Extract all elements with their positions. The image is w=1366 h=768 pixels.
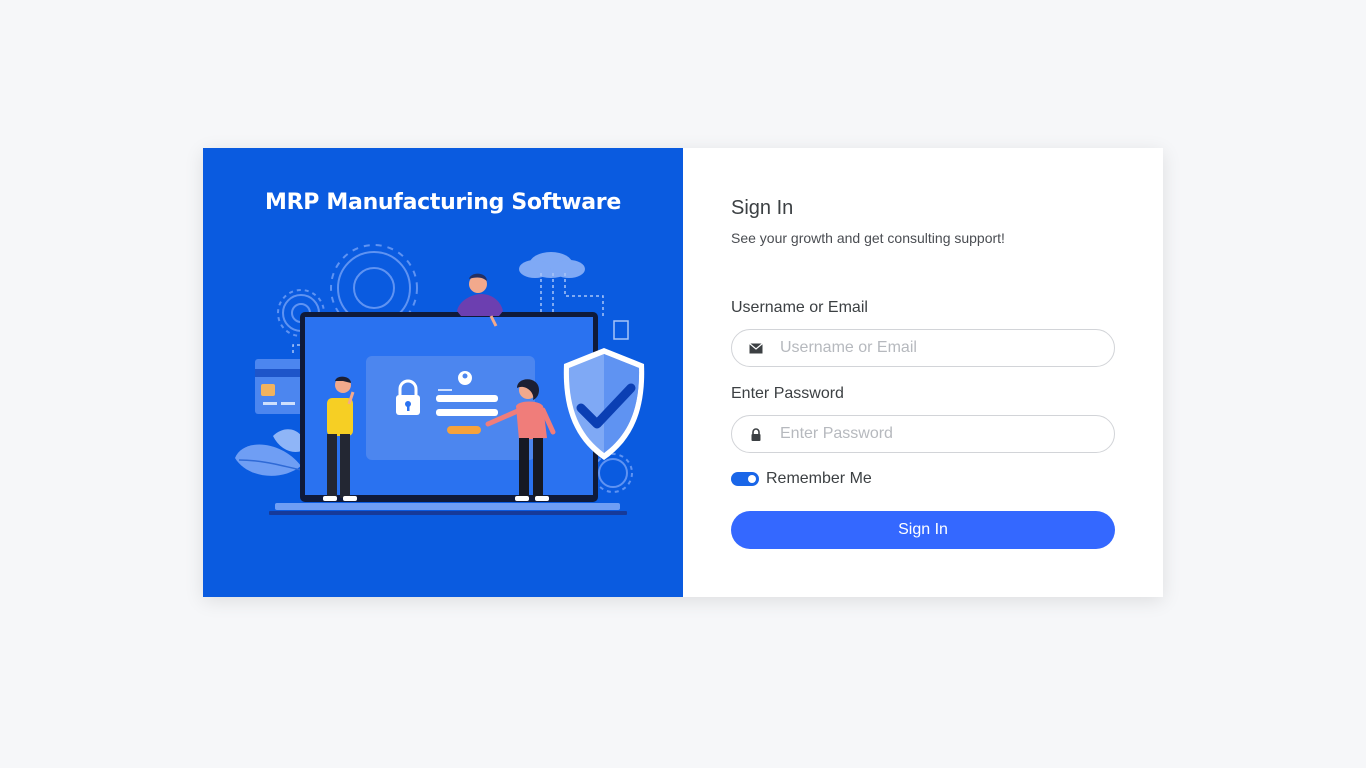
signin-button[interactable]: Sign In [731, 511, 1115, 549]
password-input[interactable] [780, 425, 1114, 443]
toggle-knob [748, 475, 756, 483]
password-label: Enter Password [731, 385, 844, 402]
username-input[interactable] [780, 339, 1114, 357]
lock-icon [732, 427, 780, 441]
remember-me-toggle[interactable] [731, 472, 759, 486]
username-label: Username or Email [731, 299, 868, 316]
hero-title: MRP Manufacturing Software [265, 190, 621, 215]
remember-me-row[interactable]: Remember Me [731, 470, 872, 488]
username-field[interactable] [731, 329, 1115, 367]
login-illustration [235, 244, 645, 515]
signin-title: Sign In [731, 197, 794, 219]
envelope-icon [732, 342, 780, 354]
hero-panel: MRP Manufacturing Software [203, 148, 683, 597]
password-field[interactable] [731, 415, 1115, 453]
remember-me-label[interactable]: Remember Me [766, 470, 872, 488]
signin-subtitle: See your growth and get consulting suppo… [731, 230, 1005, 246]
signin-form: Sign In See your growth and get consulti… [683, 148, 1163, 597]
login-card: MRP Manufacturing Software Sign In See y… [203, 148, 1163, 597]
